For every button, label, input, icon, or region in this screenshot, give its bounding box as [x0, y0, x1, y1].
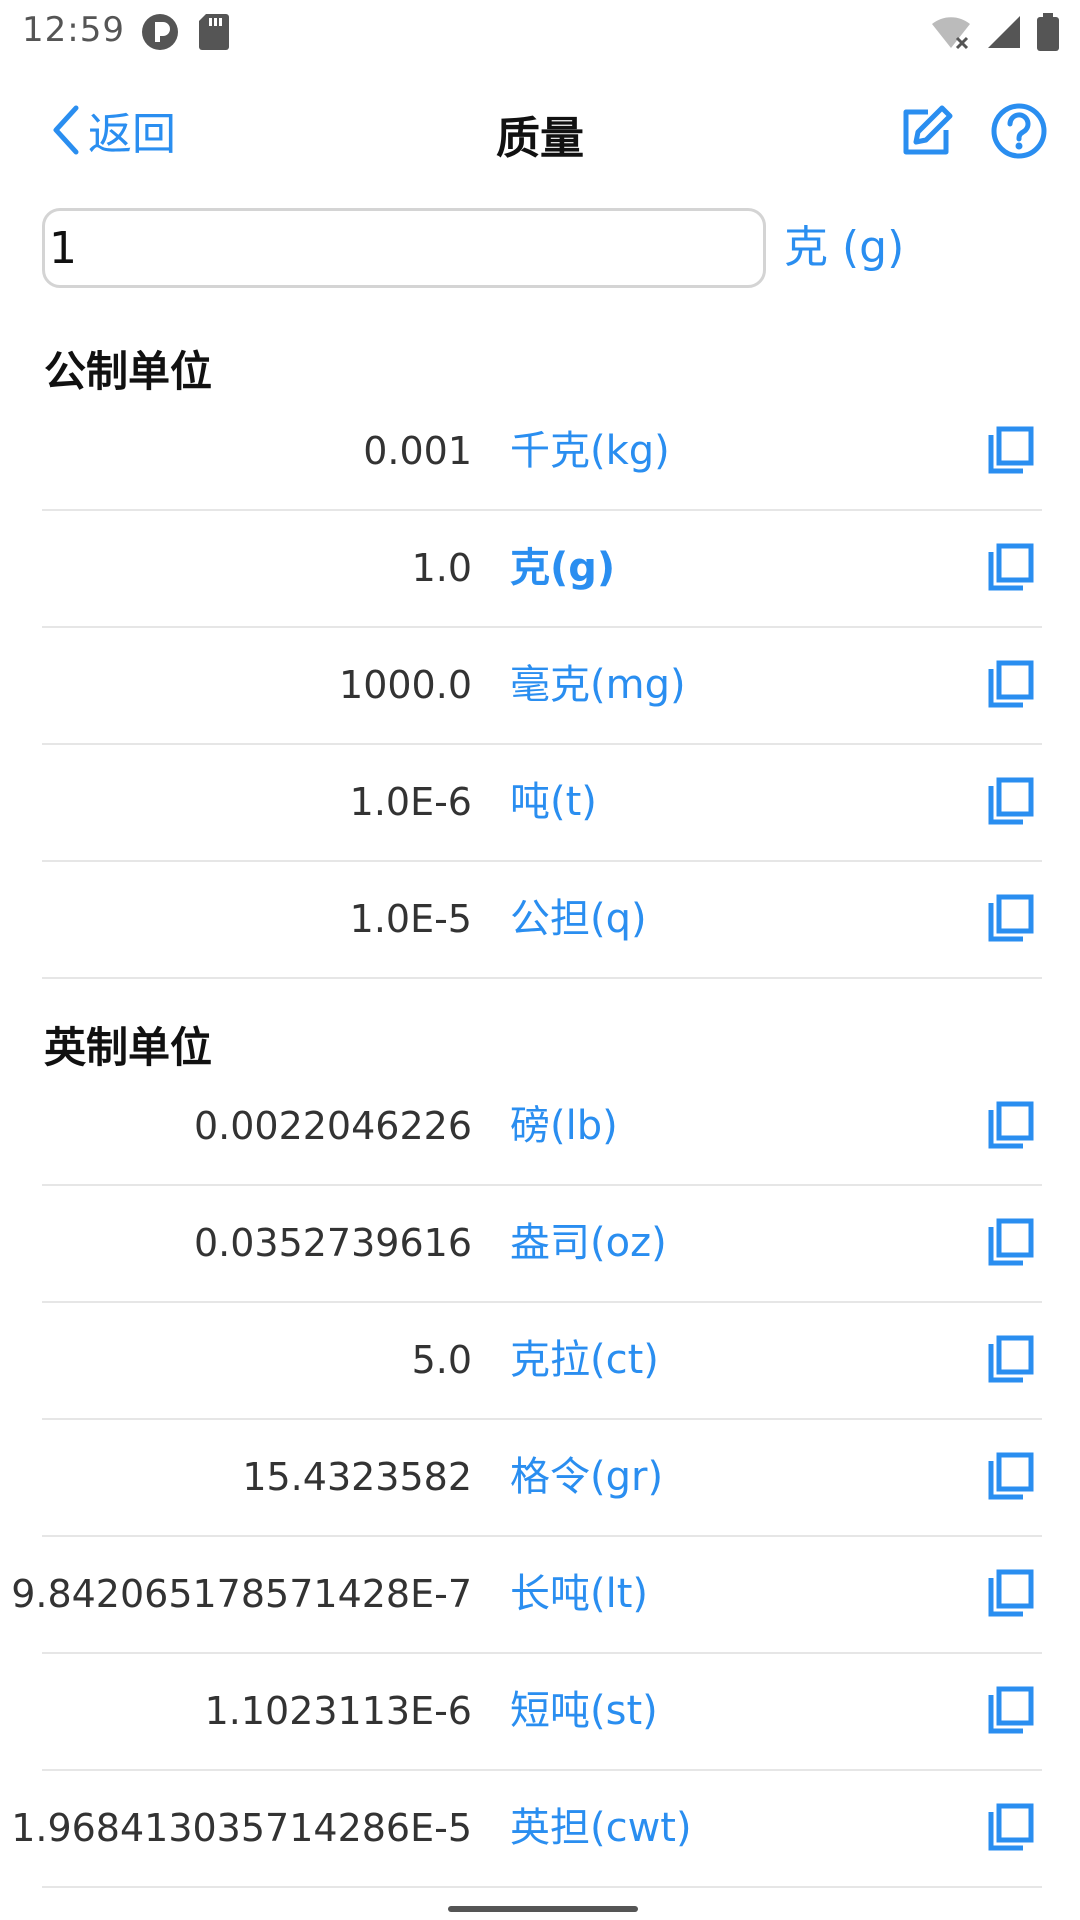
copy-button[interactable]: [980, 1563, 1042, 1625]
copy-icon: [988, 660, 1034, 708]
nav-bar: 质量 返回: [0, 90, 1080, 170]
help-icon: [991, 103, 1047, 159]
unit-value: 1.0E-6: [349, 780, 472, 824]
unit-name[interactable]: 毫克(mg): [510, 628, 686, 743]
unit-name[interactable]: 格令(gr): [510, 1420, 663, 1535]
help-button[interactable]: [990, 102, 1048, 160]
copy-button[interactable]: [980, 654, 1042, 716]
copy-button[interactable]: [980, 1329, 1042, 1391]
cell-signal-icon: [988, 16, 1020, 48]
copy-icon: [988, 777, 1034, 825]
table-row: 0.0352739616 盎司(oz): [42, 1186, 1042, 1303]
unit-name[interactable]: 长吨(lt): [510, 1537, 648, 1652]
table-row: 1.0E-6 吨(t): [42, 745, 1042, 862]
unit-value: 0.0352739616: [193, 1221, 472, 1265]
copy-button[interactable]: [980, 537, 1042, 599]
unit-value: 1.1023113E-6: [204, 1689, 472, 1733]
copy-button[interactable]: [980, 1680, 1042, 1742]
unit-value: 5.0: [411, 1338, 472, 1382]
table-row: 0.001 千克(kg): [42, 394, 1042, 511]
unit-name[interactable]: 吨(t): [510, 745, 597, 860]
status-time: 12:59: [22, 10, 125, 50]
unit-name[interactable]: 磅(lb): [510, 1069, 618, 1184]
copy-icon: [988, 1803, 1034, 1851]
unit-value: 1.0: [411, 546, 472, 590]
unit-value: 15.4323582: [242, 1455, 472, 1499]
unit-name[interactable]: 克拉(ct): [510, 1303, 659, 1418]
status-right-icons: [930, 12, 1060, 52]
sd-card-icon: [199, 14, 229, 50]
copy-icon: [988, 1218, 1034, 1266]
copy-button[interactable]: [980, 771, 1042, 833]
copy-icon: [988, 1569, 1034, 1617]
table-row: 15.4323582 格令(gr): [42, 1420, 1042, 1537]
edit-icon: [903, 105, 953, 155]
copy-button[interactable]: [980, 420, 1042, 482]
table-row: 1.968413035714286E-5 英担(cwt): [11, 1771, 1042, 1888]
copy-icon: [988, 894, 1034, 942]
back-label: 返回: [88, 109, 176, 160]
imperial-unit-list: 0.0022046226 磅(lb) 0.0352739616 盎司(oz) 5…: [11, 1069, 1042, 1888]
unit-value: 9.842065178571428E-7: [11, 1572, 472, 1616]
unit-name-selected[interactable]: 克(g): [510, 511, 615, 626]
unit-selector[interactable]: 克 (g): [784, 214, 904, 282]
copy-button[interactable]: [980, 1446, 1042, 1508]
table-row: 0.0022046226 磅(lb): [42, 1069, 1042, 1186]
table-row: 1.1023113E-6 短吨(st): [42, 1654, 1042, 1771]
metric-unit-list: 0.001 千克(kg) 1.0 克(g) 1000.0 毫克(mg) 1.0E…: [42, 394, 1042, 979]
status-left-icons: [140, 12, 230, 52]
copy-button[interactable]: [980, 1797, 1042, 1859]
table-row: 1000.0 毫克(mg): [42, 628, 1042, 745]
battery-icon: [1037, 13, 1059, 51]
value-input[interactable]: [42, 208, 766, 288]
unit-value: 0.001: [363, 429, 472, 473]
copy-icon: [988, 1101, 1034, 1149]
copy-button[interactable]: [980, 1095, 1042, 1157]
unit-value: 1000.0: [339, 663, 472, 707]
back-button[interactable]: 返回: [50, 100, 176, 160]
home-indicator[interactable]: [448, 1906, 638, 1912]
copy-icon: [988, 543, 1034, 591]
copy-button[interactable]: [980, 1212, 1042, 1274]
copy-icon: [988, 426, 1034, 474]
table-row: 1.0 克(g): [42, 511, 1042, 628]
wifi-off-icon: [932, 17, 970, 50]
unit-name[interactable]: 英担(cwt): [510, 1771, 692, 1886]
input-row: 克 (g): [42, 208, 1042, 288]
copy-icon: [988, 1452, 1034, 1500]
unit-name[interactable]: 短吨(st): [510, 1654, 658, 1769]
copy-icon: [988, 1686, 1034, 1734]
table-row: 5.0 克拉(ct): [42, 1303, 1042, 1420]
status-bar: 12:59: [0, 0, 1080, 64]
notification-app-icon: [142, 14, 178, 50]
section-title-imperial: 英制单位: [44, 1023, 213, 1072]
unit-name[interactable]: 盎司(oz): [510, 1186, 667, 1301]
table-row: 1.0E-5 公担(q): [42, 862, 1042, 979]
edit-button[interactable]: [898, 102, 956, 160]
table-row: 9.842065178571428E-7 长吨(lt): [11, 1537, 1042, 1654]
copy-icon: [988, 1335, 1034, 1383]
unit-value: 1.0E-5: [349, 897, 472, 941]
unit-value: 0.0022046226: [193, 1104, 472, 1148]
unit-name[interactable]: 千克(kg): [510, 394, 670, 509]
unit-value: 1.968413035714286E-5: [11, 1806, 472, 1850]
copy-button[interactable]: [980, 888, 1042, 950]
section-title-metric: 公制单位: [44, 347, 213, 396]
chevron-left-icon: [53, 105, 79, 155]
unit-name[interactable]: 公担(q): [510, 862, 647, 977]
